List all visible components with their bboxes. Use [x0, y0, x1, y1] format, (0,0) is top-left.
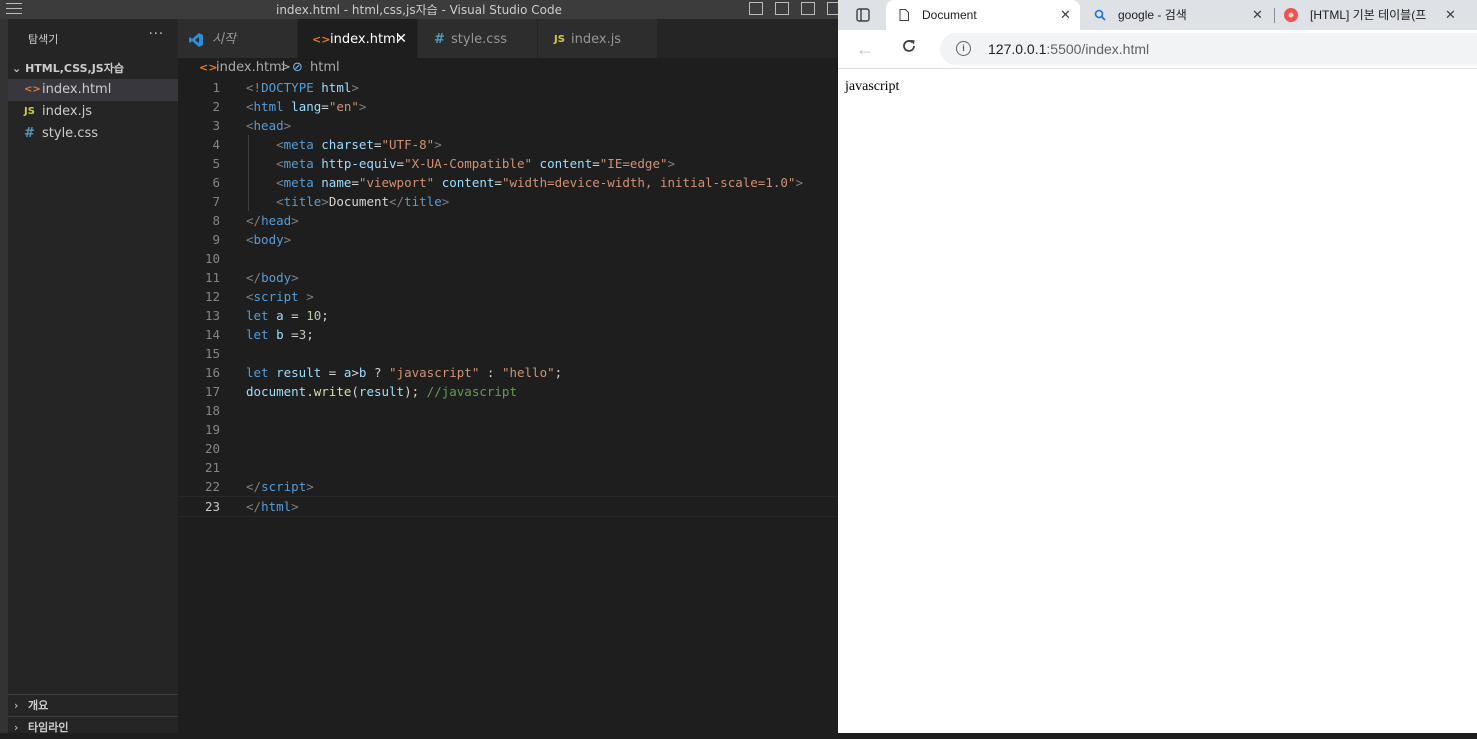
symbol-icon: ⊘ [292, 60, 303, 75]
toggle-panel-icon[interactable] [775, 2, 789, 15]
tab-separator [1274, 8, 1275, 23]
code-line: 17 document.write(result); //javascript [204, 384, 517, 399]
browser-window: Document ✕ google - 검색 ✕ [HTML] 기본 테이블(프… [838, 0, 1477, 733]
reload-icon[interactable] [900, 37, 918, 55]
close-tab-icon[interactable]: ✕ [1060, 0, 1071, 30]
file-name: index.js [42, 104, 93, 119]
tab-label: index.html [330, 32, 400, 47]
file-item-style-css[interactable]: # style.css [8, 123, 178, 145]
chevron-right-icon: › [14, 721, 19, 734]
site-favicon-icon [1284, 8, 1298, 22]
code-line: 13 let a = 10; [204, 308, 329, 323]
browser-tab-document[interactable]: Document ✕ [886, 0, 1080, 30]
html-file-icon: <> [199, 61, 218, 74]
code-line: 1 <!DOCTYPE html> [212, 80, 359, 95]
code-line: 15 [204, 346, 220, 361]
activity-bar [0, 19, 8, 733]
page-icon [899, 9, 909, 21]
breadcrumb-separator: > [280, 60, 291, 75]
code-line: 20 [204, 441, 220, 456]
editor-tabs: 시작 <> index.html ✕ # style.css JS index.… [178, 19, 838, 58]
url-text: 127.0.0.1:5500/index.html [988, 41, 1149, 57]
code-line: 2 <html lang="en"> [212, 99, 367, 114]
code-line: 4 <meta charset="UTF-8"> [212, 137, 442, 152]
html-file-icon: <> [312, 33, 331, 46]
url-host: 127.0.0.1 [988, 41, 1047, 57]
code-editor[interactable]: 1 <!DOCTYPE html> 2 <html lang="en"> 3 <hea… [178, 78, 838, 733]
url-path: :5500/index.html [1046, 41, 1150, 57]
code-line: 14 let b =3; [204, 327, 314, 342]
current-code-line: 23 </html> [178, 496, 838, 517]
search-icon [1094, 9, 1106, 21]
browser-tab-strip: Document ✕ google - 검색 ✕ [HTML] 기본 테이블(프… [838, 0, 1477, 30]
code-line: 22 </script> [204, 479, 314, 494]
file-name: style.css [42, 126, 98, 141]
css-file-icon: # [24, 126, 35, 141]
tab-label: 시작 [212, 32, 236, 47]
tab-welcome[interactable]: 시작 [178, 19, 298, 58]
tab-actions-icon[interactable] [856, 8, 870, 22]
browser-toolbar: ← i 127.0.0.1:5500/index.html [838, 30, 1477, 69]
file-name: index.html [42, 82, 112, 97]
toggle-primary-sidebar-icon[interactable] [749, 2, 763, 15]
js-file-icon: JS [24, 106, 35, 117]
window-title: index.html - html,css,js자습 - Visual Stud… [275, 3, 563, 17]
file-item-index-js[interactable]: JS index.js [8, 101, 178, 123]
tab-title: [HTML] 기본 테이블(프 [1310, 8, 1427, 22]
more-actions-icon[interactable]: ··· [149, 27, 164, 42]
folder-name: HTML,CSS,JS자습 [25, 62, 124, 75]
customize-layout-icon[interactable] [827, 2, 838, 15]
html-file-icon: <> [24, 84, 41, 95]
tab-label: index.js [571, 32, 622, 47]
tab-title: google - 검색 [1118, 8, 1187, 22]
timeline-panel-header[interactable]: › 타임라인 [8, 716, 178, 739]
tab-index-js[interactable]: JS index.js [538, 19, 658, 58]
workspace-folder[interactable]: ⌄ HTML,CSS,JS자습 [12, 60, 124, 76]
outline-panel-header[interactable]: › 개요 [8, 694, 178, 717]
code-line: 11 </body> [204, 270, 299, 285]
code-line: 12 <script > [204, 289, 314, 304]
explorer-sidebar: 탐색기 ··· ⌄ HTML,CSS,JS자습 <> index.html JS… [8, 19, 178, 734]
tab-style-css[interactable]: # style.css [418, 19, 538, 58]
tab-index-html[interactable]: <> index.html ✕ [298, 19, 418, 58]
chevron-down-icon: ⌄ [12, 62, 22, 75]
breadcrumb-file[interactable]: index.html [216, 58, 285, 78]
code-line: 8 </head> [212, 213, 299, 228]
title-bar: index.html - html,css,js자습 - Visual Stud… [0, 0, 838, 19]
code-line: 21 [204, 460, 220, 475]
vscode-logo-icon [189, 33, 203, 47]
css-file-icon: # [434, 32, 445, 47]
tab-title: Document [922, 8, 977, 22]
close-icon[interactable]: ✕ [395, 19, 407, 60]
address-bar[interactable]: i 127.0.0.1:5500/index.html [940, 33, 1477, 65]
code-line: 7 <title>Document</title> [212, 194, 450, 209]
outline-label: 개요 [28, 699, 49, 712]
page-output-text: javascript [845, 79, 900, 94]
vscode-window: index.html - html,css,js자습 - Visual Stud… [0, 0, 838, 734]
back-arrow-icon[interactable]: ← [856, 39, 874, 60]
site-info-icon[interactable]: i [956, 41, 971, 56]
tab-label: style.css [451, 32, 507, 47]
breadcrumb: <> index.html > ⊘ html [178, 58, 838, 78]
explorer-title: 탐색기 [28, 33, 59, 46]
breadcrumb-symbol[interactable]: html [310, 58, 340, 78]
code-line: 18 [204, 403, 220, 418]
close-tab-icon[interactable]: ✕ [1445, 0, 1456, 30]
code-line: 16 let result = a>b ? "javascript" : "hel… [204, 365, 563, 380]
code-line: 3 <head> [212, 118, 292, 133]
code-line: 9 <body> [212, 232, 292, 247]
timeline-label: 타임라인 [28, 721, 69, 734]
close-tab-icon[interactable]: ✕ [1252, 0, 1263, 30]
chevron-right-icon: › [14, 699, 19, 712]
browser-tab-html-table[interactable]: [HTML] 기본 테이블(프 ✕ [1276, 0, 1477, 30]
browser-tab-google[interactable]: google - 검색 ✕ [1082, 0, 1272, 30]
code-line: 6 <meta name="viewport" content="width=d… [212, 175, 803, 190]
file-item-index-html[interactable]: <> index.html [8, 79, 178, 101]
code-line: 5 <meta http-equiv="X-UA-Compatible" con… [212, 156, 676, 171]
js-file-icon: JS [554, 34, 565, 45]
toggle-secondary-sidebar-icon[interactable] [801, 2, 815, 15]
code-line: 19 [204, 422, 220, 437]
code-line: 10 [204, 251, 220, 266]
